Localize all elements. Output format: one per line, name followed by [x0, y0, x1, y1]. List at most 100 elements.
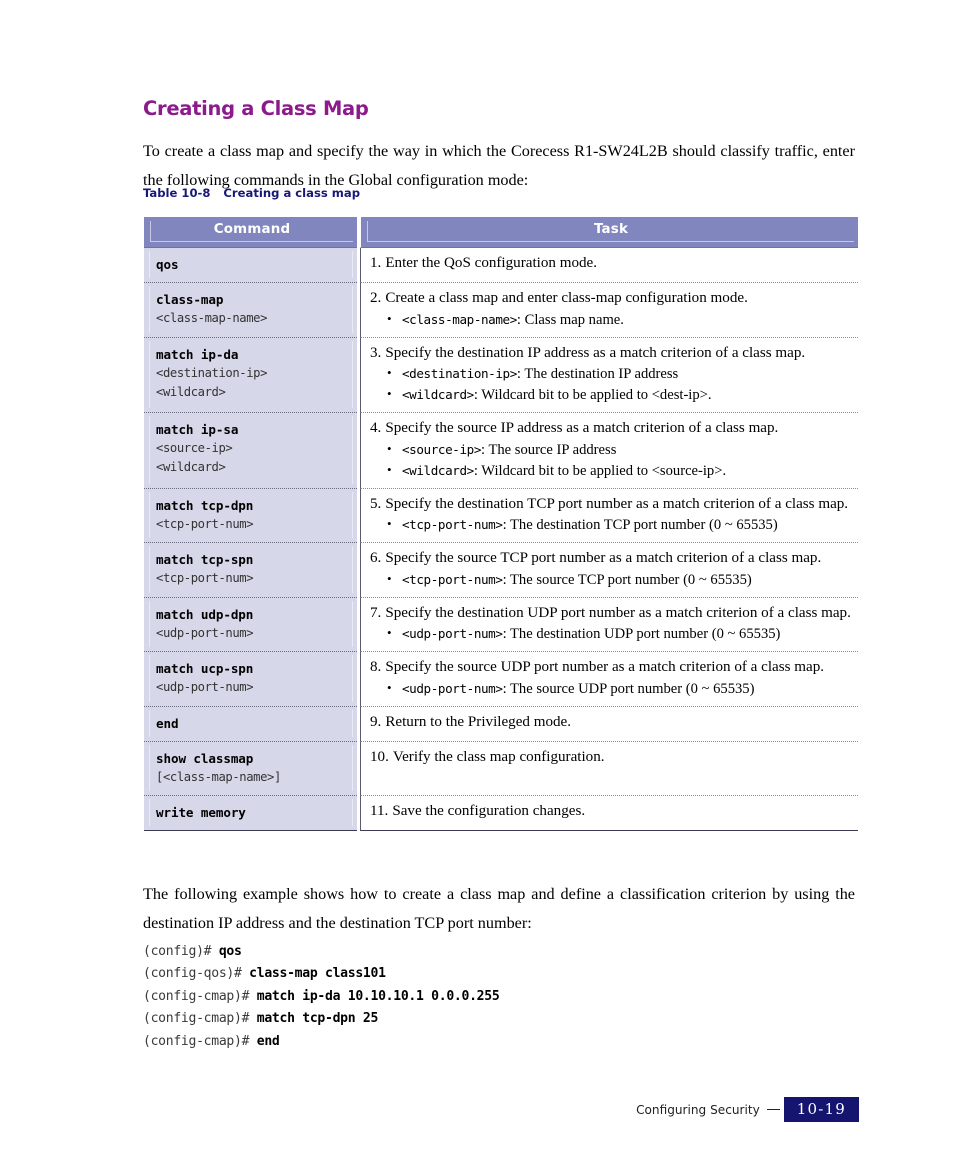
task-step-text: Specify the source IP address as a match… — [385, 420, 779, 436]
cli-prompt: (config-cmap)# — [143, 988, 257, 1004]
command-name: end — [156, 715, 179, 731]
bullet-code: <udp-port-num> — [402, 680, 503, 696]
command-cell: match tcp-spn <tcp-port-num> — [144, 543, 357, 598]
task-step-number: 5. — [370, 495, 382, 512]
task-step: 11. Save the configuration changes. — [370, 802, 856, 822]
command-argument: <tcp-port-num> — [156, 571, 254, 585]
task-step-number: 10. — [370, 748, 389, 765]
cli-entered-command: end — [256, 1033, 280, 1049]
command-cell: qos — [144, 248, 357, 283]
task-step-number: 1. — [370, 255, 382, 271]
task-step-number: 7. — [370, 604, 382, 621]
table-row: match tcp-spn <tcp-port-num> 6. Specify the… — [144, 543, 858, 598]
command-argument: <destination-ip> — [156, 365, 267, 380]
table-header-row: Command Task — [144, 217, 858, 248]
table-row: match ip-sa <source-ip> <wildcard> 4. Specif… — [144, 413, 858, 489]
table-header-task-label: Task — [593, 221, 629, 237]
bullet-description: : The destination TCP port number (0 ~ 6… — [502, 517, 778, 533]
table-row: match tcp-dpn <tcp-port-num> 5. Specify the… — [144, 488, 858, 543]
command-name: match udp-dpn — [156, 606, 254, 622]
task-cell: 6. Specify the source TCP port number as … — [360, 543, 858, 598]
command-name: show classmap — [156, 750, 254, 766]
task-step-number: 11. — [370, 802, 389, 819]
command-argument: <udp-port-num> — [156, 625, 254, 640]
task-step-number: 8. — [370, 659, 382, 675]
task-step: 10. Verify the class map configuration. — [370, 748, 856, 768]
table-row: show classmap [<class-map-name>] 10. Verify… — [144, 741, 858, 796]
task-step-text: Specify the destination UDP port number … — [385, 604, 851, 621]
task-step: 2. Create a class map and enter class-map… — [370, 289, 856, 309]
task-step-number: 9. — [370, 713, 382, 730]
cli-prompt: (config-cmap)# — [143, 1011, 257, 1027]
bullet-code: <tcp-port-num> — [402, 517, 503, 532]
task-cell: 11. Save the configuration changes. — [360, 795, 858, 831]
command-name: write memory — [156, 804, 246, 820]
task-cell: 10. Verify the class map configuration. — [360, 741, 858, 796]
command-argument: [<class-map-name>] — [156, 769, 281, 784]
task-cell: 4. Specify the source IP address as a mat… — [360, 413, 858, 489]
task-step: 4. Specify the source IP address as a mat… — [370, 419, 856, 439]
bullet-code: <tcp-port-num> — [402, 571, 503, 587]
task-bullet: <wildcard>: Wildcard bit to be applied t… — [370, 384, 856, 405]
task-step-text: Enter the QoS configuration mode. — [385, 255, 598, 271]
table-row: end 9. Return to the Privileged mode. — [144, 706, 858, 742]
page-number-badge: 10-19 — [783, 1097, 859, 1122]
task-step-text: Specify the source TCP port number as a … — [385, 550, 822, 566]
cli-line: (config-cmap)# end — [143, 1031, 843, 1053]
table-caption-number: Table 10-8 — [143, 186, 211, 200]
command-cell: show classmap [<class-map-name>] — [144, 741, 357, 796]
document-page: Creating a Class Map To create a class m… — [143, 0, 859, 1168]
cli-line: (config-cmap)# match tcp-dpn 25 — [143, 1008, 843, 1030]
cli-line: (config-cmap)# match ip-da 10.10.10.1 0.… — [143, 986, 843, 1008]
creating-class-map-table: Command Task qos 1. Enter the QoS configur… — [144, 217, 858, 831]
cli-entered-command: match ip-da 10.10.10.1 0.0.0.255 — [256, 988, 500, 1004]
command-name: match ip-sa — [156, 422, 239, 437]
table-header-task: Task — [360, 217, 858, 248]
task-step: 9. Return to the Privileged mode. — [370, 713, 856, 733]
table-header-command: Command — [144, 217, 357, 248]
command-name: match ip-da — [156, 346, 239, 362]
bullet-description: : The source TCP port number (0 ~ 65535) — [502, 571, 752, 588]
cli-prompt: (config-qos)# — [143, 966, 250, 982]
table-header-command-label: Command — [213, 221, 291, 237]
bullet-code: <class-map-name> — [402, 311, 517, 327]
command-name: class-map — [156, 292, 224, 307]
command-argument: <class-map-name> — [156, 311, 267, 325]
task-step: 7. Specify the destination UDP port numbe… — [370, 604, 856, 624]
bullet-code: <destination-ip> — [402, 366, 517, 381]
command-name: match ucp-spn — [156, 661, 254, 676]
cli-entered-command: qos — [218, 944, 242, 959]
bullet-code: <wildcard> — [402, 387, 474, 402]
task-bullet: <udp-port-num>: The source UDP port numb… — [370, 678, 856, 699]
bullet-code: <source-ip> — [402, 441, 482, 457]
task-step-text: Specify the source UDP port number as a … — [385, 659, 825, 675]
task-step-number: 3. — [370, 344, 382, 361]
task-bullet: <destination-ip>: The destination IP add… — [370, 363, 856, 384]
task-step: 6. Specify the source TCP port number as … — [370, 549, 856, 569]
task-bullet: <tcp-port-num>: The source TCP port numb… — [370, 569, 856, 590]
footer-dash-rule — [766, 1108, 780, 1111]
bullet-description: : Wildcard bit to be applied to <dest-ip… — [473, 387, 712, 403]
task-step: 8. Specify the source UDP port number as … — [370, 658, 856, 678]
table-row: qos 1. Enter the QoS configuration mode. — [144, 248, 858, 283]
footer-section-label: Configuring Security — [636, 1102, 760, 1117]
command-name: match tcp-dpn — [156, 497, 254, 513]
task-cell: 8. Specify the source UDP port number as … — [360, 652, 858, 707]
bullet-code: <udp-port-num> — [402, 626, 503, 641]
task-bullet: <tcp-port-num>: The destination TCP port… — [370, 514, 856, 535]
task-step: 1. Enter the QoS configuration mode. — [370, 254, 856, 274]
command-cell: match ip-da <destination-ip> <wildcard> — [144, 337, 357, 413]
command-argument: <wildcard> — [156, 460, 226, 474]
task-step: 5. Specify the destination TCP port numbe… — [370, 495, 856, 515]
page-title: Creating a Class Map — [143, 97, 369, 121]
page-footer: Configuring Security 10-19 — [143, 1097, 859, 1122]
task-step-number: 6. — [370, 550, 382, 566]
table-row: class-map <class-map-name> 2. Create a clas… — [144, 283, 858, 338]
table-caption-title: Creating a class map — [223, 186, 361, 200]
cli-example-block: (config)# qos (config-qos)# class-map cla… — [143, 941, 843, 1053]
header-inner-frame: Command — [150, 221, 353, 242]
table-row: match udp-dpn <udp-port-num> 7. Specify the… — [144, 597, 858, 652]
command-name: qos — [156, 257, 179, 272]
task-cell: 1. Enter the QoS configuration mode. — [360, 248, 858, 283]
bullet-description: : The destination IP address — [516, 366, 679, 382]
